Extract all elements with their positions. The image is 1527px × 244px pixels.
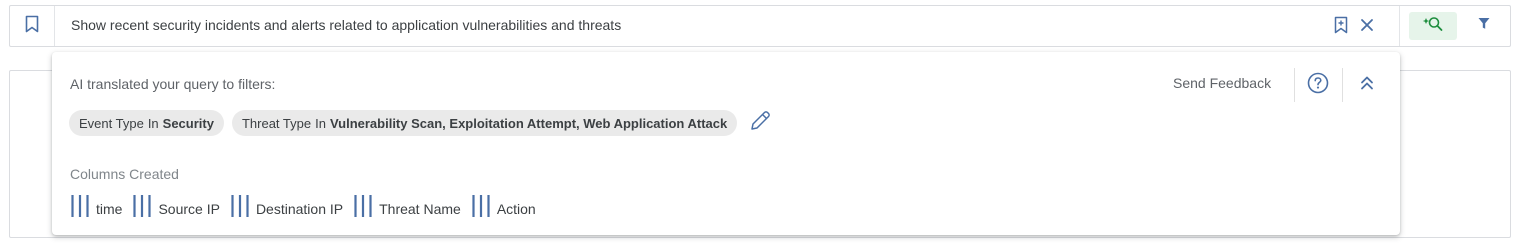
- filter-chip-event-type[interactable]: Event Type In Security: [69, 110, 224, 136]
- filter-value: Security: [162, 115, 214, 131]
- filter-button[interactable]: [1470, 12, 1498, 40]
- edit-filters-button[interactable]: [747, 110, 773, 136]
- column-label: Threat Name: [379, 200, 461, 217]
- bookmark-add-icon: [1334, 16, 1348, 39]
- sparkle-search-icon: [1422, 15, 1444, 38]
- save-query-button[interactable]: [1332, 16, 1350, 39]
- column-bars-icon: [132, 194, 152, 223]
- columns-created-title: Columns Created: [70, 166, 179, 182]
- filter-chips: Event Type In Security Threat Type In Vu…: [69, 110, 773, 136]
- close-icon: [1360, 18, 1374, 37]
- filter-operator: In: [147, 115, 159, 131]
- funnel-icon: [1478, 17, 1490, 35]
- help-button[interactable]: [1306, 72, 1330, 99]
- column-bars-icon: [70, 194, 90, 223]
- send-feedback-link[interactable]: Send Feedback: [1173, 75, 1271, 91]
- column-label: time: [96, 200, 123, 217]
- divider: [1399, 6, 1400, 46]
- ai-search-button[interactable]: [1409, 12, 1457, 40]
- column-item[interactable]: time: [70, 194, 122, 223]
- column-label: Destination IP: [255, 200, 344, 217]
- column-label: Source IP: [158, 200, 220, 217]
- divider: [1294, 68, 1295, 102]
- filter-value: Vulnerability Scan, Exploitation Attempt…: [329, 115, 728, 131]
- column-item[interactable]: Threat Name: [353, 194, 461, 223]
- filter-operator: In: [315, 115, 326, 131]
- pencil-icon: [748, 109, 772, 138]
- search-input[interactable]: Show recent security incidents and alert…: [71, 17, 621, 33]
- divider: [1342, 68, 1343, 102]
- ai-query-translation-popover: AI translated your query to filters: Sen…: [52, 52, 1400, 235]
- collapse-panel-button[interactable]: [1357, 75, 1377, 95]
- filter-chip-threat-type[interactable]: Threat Type In Vulnerability Scan, Explo…: [231, 110, 738, 136]
- bookmark-icon: [24, 15, 40, 38]
- column-bars-icon: [471, 194, 491, 223]
- ai-translation-title: AI translated your query to filters:: [70, 76, 276, 92]
- help-circle-icon: [1307, 72, 1329, 99]
- column-item[interactable]: Action: [471, 194, 536, 223]
- search-bar: Show recent security incidents and alert…: [9, 5, 1511, 47]
- column-label: Action: [496, 200, 536, 217]
- column-item[interactable]: Source IP: [132, 194, 220, 223]
- created-columns-list: time Source IP Destination IP Threat Nam…: [70, 194, 546, 223]
- column-bars-icon: [353, 194, 373, 223]
- filter-field: Threat Type: [241, 115, 312, 131]
- chevron-double-up-icon: [1360, 75, 1374, 96]
- bookmarks-button[interactable]: [10, 6, 55, 46]
- clear-query-button[interactable]: [1358, 17, 1376, 37]
- column-bars-icon: [230, 194, 250, 223]
- column-item[interactable]: Destination IP: [230, 194, 343, 223]
- filter-field: Event Type: [79, 115, 144, 131]
